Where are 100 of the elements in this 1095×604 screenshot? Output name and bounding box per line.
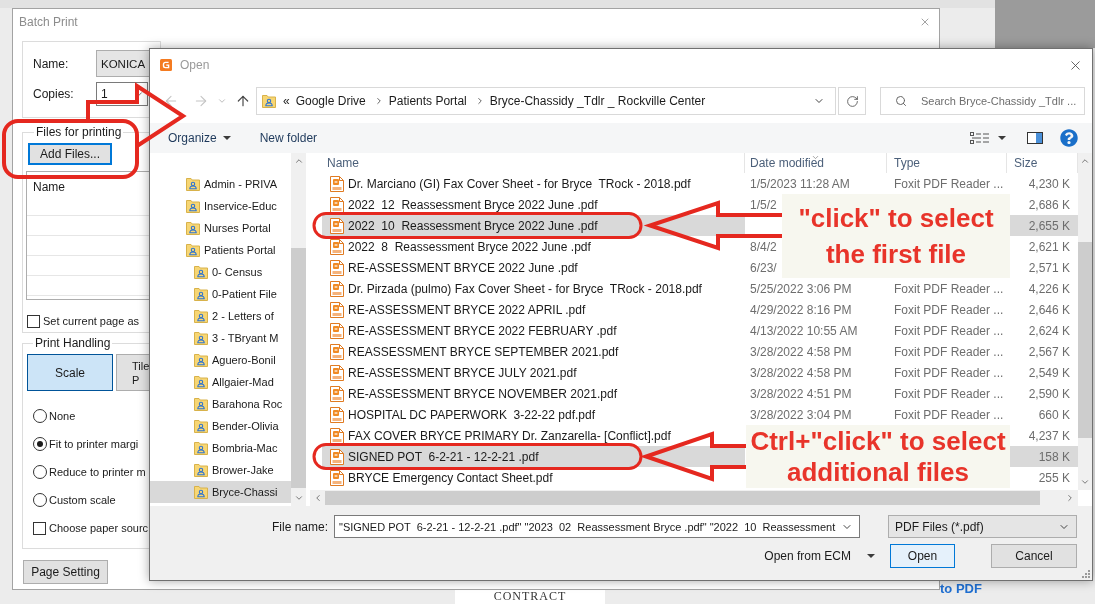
- file-name-field[interactable]: "SIGNED POT 6-2-21 - 12-2-21 .pdf" "2023 02 Reassessment Bryce .pdf" "2022 10 Reassessment: [334, 515, 860, 538]
- file-icon: [330, 196, 344, 213]
- folder-item[interactable]: Brower-Jake: [150, 459, 291, 481]
- address-bar[interactable]: « Google Drive Patients Portal Bryce-Chassidy _Tdlr _ Rockville Center: [256, 87, 836, 115]
- refresh-button[interactable]: [838, 87, 866, 115]
- scroll-up-icon[interactable]: [1080, 156, 1090, 166]
- breadcrumb-overflow[interactable]: «: [283, 94, 290, 108]
- file-item[interactable]: REASSESSMENT BRYCE SEPTEMBER 2021.pdf: [322, 341, 745, 362]
- file-item[interactable]: SIGNED POT 6-2-21 - 12-2-21 .pdf: [322, 446, 745, 467]
- open-from-button[interactable]: Open from ECM: [764, 544, 875, 568]
- file-type-dropdown[interactable]: PDF Files (*.pdf): [888, 515, 1077, 538]
- file-item[interactable]: RE-ASSESSMENT BRYCE 2022 June .pdf: [322, 257, 745, 278]
- column-header[interactable]: Name: [310, 153, 745, 173]
- file-icon: [330, 238, 344, 255]
- folder-item[interactable]: Bender-Olivia: [150, 415, 291, 437]
- annotation-callout: "click" to select the first file: [782, 194, 1010, 278]
- window-title: Open: [180, 58, 211, 72]
- file-item[interactable]: Dr. Marciano (GI) Fax Cover Sheet - for Bryce TRock - 2018.pdf: [322, 173, 745, 194]
- file-item[interactable]: Dr. Pirzada (pulmo) Fax Cover Sheet - for Bryce TRock - 2018.pdf: [322, 278, 745, 299]
- vertical-scrollbar[interactable]: [1078, 153, 1092, 490]
- column-header[interactable]: Date modified: [745, 153, 887, 173]
- file-item[interactable]: 2022 10 Reassessment Bryce 2022 June .pdf: [322, 215, 745, 236]
- radio-icon[interactable]: [33, 465, 47, 479]
- new-folder-button[interactable]: New folder: [259, 127, 318, 149]
- file-icon: [330, 406, 344, 423]
- text-link[interactable]: to PDF: [940, 581, 982, 596]
- scroll-thumb[interactable]: [325, 491, 1040, 505]
- close-icon[interactable]: [919, 16, 931, 28]
- page-setting-button[interactable]: Page Setting: [23, 560, 108, 584]
- radio-icon[interactable]: [33, 437, 47, 451]
- file-type: Foxit PDF Reader ...: [894, 302, 1004, 317]
- user-folder-icon: [194, 485, 208, 499]
- folder-item[interactable]: Patients Portal: [150, 239, 291, 261]
- breadcrumb[interactable]: Bryce-Chassidy _Tdlr _ Rockville Center: [489, 94, 706, 108]
- column-header[interactable]: Type: [887, 153, 1007, 173]
- file-item[interactable]: RE-ASSESSMENT BRYCE 2022 FEBRUARY .pdf: [322, 320, 745, 341]
- folder-item[interactable]: Bryce-Chassi: [150, 481, 291, 503]
- scroll-down-icon[interactable]: [293, 493, 304, 503]
- breadcrumb[interactable]: Google Drive: [295, 94, 366, 108]
- breadcrumb[interactable]: Patients Portal: [388, 94, 467, 108]
- file-item[interactable]: BRYCE Emergency Contact Sheet.pdf: [322, 467, 745, 488]
- folder-item[interactable]: 2 - Letters of: [150, 305, 291, 327]
- help-icon[interactable]: [1060, 129, 1078, 147]
- file-icon: [330, 217, 344, 234]
- radio-icon[interactable]: [33, 409, 47, 423]
- vertical-scrollbar[interactable]: [291, 153, 306, 506]
- file-item[interactable]: FAX COVER BRYCE PRIMARY Dr. Zanzarella- [Conflict].pdf: [322, 425, 745, 446]
- radio-option[interactable]: Reduce to printer m: [27, 458, 149, 486]
- add-files-button[interactable]: Add Files...: [28, 143, 112, 165]
- file-item[interactable]: HOSPITAL DC PAPERWORK 3-22-22 pdf.pdf: [322, 404, 745, 425]
- file-size: 660 K: [1038, 407, 1070, 422]
- folder-item[interactable]: 0- Census: [150, 261, 291, 283]
- file-item[interactable]: 2022 12 Reassessment Bryce 2022 June .pdf: [322, 194, 745, 215]
- folder-item[interactable]: Allgaier-Mad: [150, 371, 291, 393]
- scroll-thumb[interactable]: [291, 248, 306, 488]
- horizontal-scrollbar[interactable]: [310, 490, 1078, 506]
- checkbox-icon[interactable]: [27, 314, 40, 328]
- search-field[interactable]: Search Bryce-Chassidy _Tdlr ...: [880, 87, 1085, 115]
- folder-item[interactable]: Admin - PRIVA: [150, 173, 291, 195]
- file-item[interactable]: RE-ASSESSMENT BRYCE JULY 2021.pdf: [322, 362, 745, 383]
- folder-item[interactable]: Barahona Roc: [150, 393, 291, 415]
- checkbox-option[interactable]: Set current page as: [27, 314, 139, 328]
- folder-item[interactable]: 3 - TBryant M: [150, 327, 291, 349]
- folder-item[interactable]: 0-Patient File: [150, 283, 291, 305]
- folder-item[interactable]: Bombria-Mac: [150, 437, 291, 459]
- file-item[interactable]: 2022 8 Reassessment Bryce 2022 June .pdf: [322, 236, 745, 257]
- scroll-right-icon[interactable]: [1065, 493, 1075, 503]
- open-button[interactable]: Open: [890, 544, 955, 568]
- folder-item[interactable]: Nurses Portal: [150, 217, 291, 239]
- folder-item[interactable]: Inservice-Educ: [150, 195, 291, 217]
- file-type: Foxit PDF Reader ...: [894, 323, 1004, 338]
- checkbox-icon[interactable]: [33, 521, 46, 535]
- scroll-down-icon[interactable]: [1080, 477, 1090, 487]
- view-options-icon[interactable]: [970, 132, 990, 144]
- checkbox-option[interactable]: Choose paper sourc: [33, 521, 149, 535]
- file-icon: [330, 364, 344, 381]
- radio-option[interactable]: Custom scale: [27, 486, 149, 514]
- cancel-button[interactable]: Cancel: [991, 544, 1077, 568]
- user-folder-icon: [186, 199, 200, 213]
- scroll-up-icon[interactable]: [293, 156, 304, 166]
- radio-icon[interactable]: [33, 493, 47, 507]
- printer-dropdown[interactable]: KONICA: [96, 50, 152, 77]
- file-type: Foxit PDF Reader ...: [894, 176, 1004, 191]
- refresh-icon: [845, 94, 859, 108]
- user-folder-icon: [194, 441, 208, 455]
- mode-button[interactable]: Tile P: [116, 354, 152, 391]
- preview-pane-icon[interactable]: [1027, 132, 1043, 144]
- radio-option[interactable]: None: [27, 402, 149, 430]
- date-modified: 3/28/2022 4:58 PM: [750, 365, 852, 380]
- mode-button[interactable]: Scale: [27, 354, 113, 391]
- file-icon: [330, 385, 344, 402]
- file-item[interactable]: RE-ASSESSMENT BRYCE 2022 APRIL .pdf: [322, 299, 745, 320]
- organize-button[interactable]: Organize: [168, 127, 231, 149]
- file-item[interactable]: RE-ASSESSMENT BRYCE NOVEMBER 2021.pdf: [322, 383, 745, 404]
- user-folder-icon: [186, 221, 200, 235]
- resize-grip-icon[interactable]: [1082, 570, 1090, 578]
- file-size: 2,590 K: [1028, 386, 1070, 401]
- radio-option[interactable]: Fit to printer margi: [27, 430, 149, 458]
- scroll-thumb[interactable]: [1078, 242, 1092, 438]
- folder-item[interactable]: Aguero-Bonil: [150, 349, 291, 371]
